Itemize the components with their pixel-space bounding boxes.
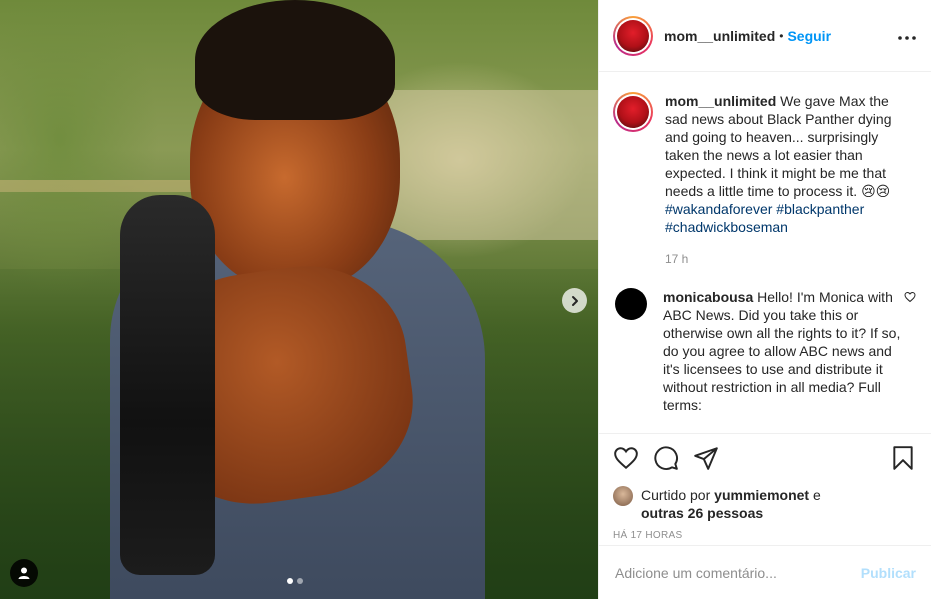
- next-slide-button[interactable]: [562, 288, 587, 313]
- publish-button[interactable]: Publicar: [861, 565, 916, 581]
- follow-button[interactable]: Seguir: [787, 28, 831, 44]
- chevron-right-icon: [571, 295, 578, 306]
- post-side-panel: mom__unlimited • Seguir mom__unlimited W…: [598, 0, 931, 599]
- caption-author-avatar[interactable]: [613, 92, 653, 132]
- liker-username[interactable]: yummiemonet: [714, 487, 809, 503]
- photo-hair: [195, 0, 395, 120]
- caption-username[interactable]: mom__unlimited: [665, 93, 776, 109]
- comment-icon[interactable]: [653, 445, 679, 471]
- hashtag-link[interactable]: #wakandaforever: [665, 201, 772, 217]
- like-comment-button[interactable]: [904, 290, 916, 308]
- comment-text: Hello! I'm Monica with ABC News. Did you…: [663, 289, 901, 413]
- caption-comment: mom__unlimited We gave Max the sad news …: [613, 92, 916, 268]
- post-photo[interactable]: [0, 0, 598, 599]
- photo-action-figure: [120, 195, 215, 575]
- author-username[interactable]: mom__unlimited: [664, 28, 775, 44]
- bookmark-icon[interactable]: [890, 445, 916, 471]
- photo-fence: [0, 180, 220, 192]
- commenter-username[interactable]: monicabousa: [663, 289, 753, 305]
- heart-icon[interactable]: [613, 445, 639, 471]
- carousel-indicator: [287, 578, 303, 584]
- likes-connector: e: [812, 487, 821, 503]
- person-tag-icon: [18, 567, 30, 579]
- hashtag-link[interactable]: #blackpanther: [776, 201, 864, 217]
- liker-avatar[interactable]: [613, 486, 633, 506]
- action-icons-row: [613, 442, 916, 474]
- hashtag-link[interactable]: #chadwickboseman: [665, 219, 788, 235]
- comment-input[interactable]: Adicione um comentário...: [615, 565, 777, 581]
- comment-body: monicabousa Hello! I'm Monica with ABC N…: [663, 288, 903, 414]
- post-header: mom__unlimited • Seguir: [599, 0, 931, 72]
- more-icon: [898, 36, 916, 40]
- likes-summary: Curtido por yummiemonet e outras 26 pess…: [613, 486, 916, 522]
- add-comment-bar: Adicione um comentário... Publicar: [599, 545, 931, 599]
- share-icon[interactable]: [693, 445, 719, 471]
- header-separator: •: [779, 28, 784, 43]
- carousel-dot-active: [287, 578, 293, 584]
- post-timestamp[interactable]: HÁ 17 HORAS: [613, 530, 916, 541]
- commenter-avatar[interactable]: [615, 288, 647, 320]
- caption-body: mom__unlimited We gave Max the sad news …: [665, 92, 905, 268]
- author-avatar[interactable]: [613, 15, 653, 56]
- comment-item: monicabousa Hello! I'm Monica with ABC N…: [613, 288, 916, 414]
- more-options-button[interactable]: [897, 25, 917, 46]
- caption-time[interactable]: 17 h: [665, 250, 905, 268]
- likes-prefix: Curtido por: [641, 487, 711, 503]
- heart-icon: [904, 291, 916, 303]
- comments-list[interactable]: mom__unlimited We gave Max the sad news …: [599, 72, 931, 432]
- tagged-people-button[interactable]: [10, 559, 38, 587]
- likes-others-link[interactable]: outras 26 pessoas: [641, 505, 763, 521]
- carousel-dot: [297, 578, 303, 584]
- post-actions: Curtido por yummiemonet e outras 26 pess…: [599, 433, 931, 541]
